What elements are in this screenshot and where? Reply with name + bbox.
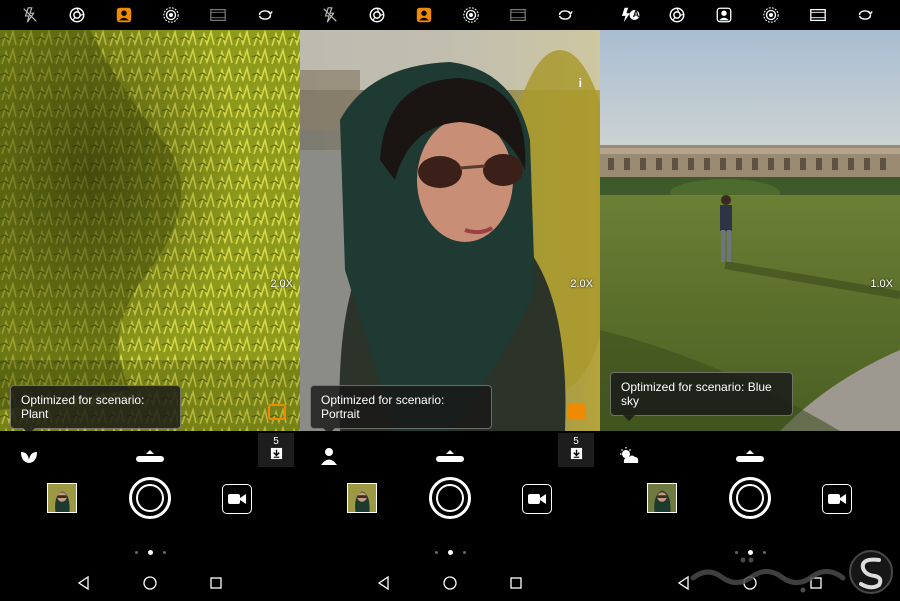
portrait-person-icon[interactable] (318, 446, 340, 466)
site-watermark-logo (690, 550, 893, 594)
switch-camera-icon[interactable] (555, 5, 575, 25)
timer-count: 5 (273, 436, 279, 447)
mode-page-indicator (0, 544, 300, 562)
moving-picture-icon[interactable] (161, 5, 181, 25)
viewfinder-plant[interactable]: 2.0X Optimized for scenario: Plant (0, 30, 300, 431)
portrait-mode-icon[interactable] (714, 5, 734, 25)
film-filter-icon[interactable] (208, 5, 228, 25)
viewfinder-blue-sky[interactable]: 1.0X Optimized for scenario: Blue sky (600, 30, 900, 431)
scenario-toast-text: Optimized for scenario: Plant (21, 393, 145, 421)
portrait-mode-icon[interactable] (414, 5, 434, 25)
moving-picture-icon[interactable] (461, 5, 481, 25)
zoom-level[interactable]: 1.0X (870, 278, 893, 290)
portrait-scene-image (300, 30, 600, 431)
shutter-button[interactable] (729, 477, 771, 519)
blue-sky-scene-image (600, 30, 900, 431)
download-icon (570, 447, 582, 460)
ai-scene-indicator-icon[interactable] (568, 404, 586, 420)
switch-camera-icon[interactable] (255, 5, 275, 25)
aperture-icon[interactable] (367, 5, 387, 25)
timer-button[interactable]: 5 (558, 433, 594, 467)
scenario-toast: Optimized for scenario: Plant (10, 385, 181, 431)
recents-icon[interactable] (208, 575, 224, 591)
bottom-controls: 5 (300, 431, 600, 601)
aperture-icon[interactable] (667, 5, 687, 25)
video-record-button[interactable] (522, 484, 552, 514)
expand-modes-icon[interactable] (136, 449, 164, 463)
shutter-button[interactable] (129, 477, 171, 519)
video-camera-icon (228, 494, 246, 504)
timer-count: 5 (573, 436, 579, 447)
expand-modes-icon[interactable] (736, 449, 764, 463)
flash-auto-label: A (632, 9, 640, 19)
scenario-toast: Optimized for scenario: Blue sky (610, 372, 793, 421)
plant-leaf-icon[interactable] (18, 446, 40, 466)
video-camera-icon (528, 494, 546, 504)
gallery-thumbnail[interactable] (347, 483, 377, 513)
flash-off-icon[interactable] (20, 5, 40, 25)
camera-panel-blue-sky: A 1.0X Optimized for scenario: Blue sky (600, 0, 900, 601)
top-toolbar (0, 0, 300, 30)
moving-picture-icon[interactable] (761, 5, 781, 25)
viewfinder-portrait[interactable]: i 2.0X Optimized for scenario: Portrait (300, 30, 600, 431)
back-icon[interactable] (76, 575, 92, 591)
system-nav-bar (0, 571, 300, 597)
zoom-level[interactable]: 2.0X (570, 278, 593, 290)
camera-panel-plant: 2.0X Optimized for scenario: Plant 5 (0, 0, 300, 601)
flash-auto-icon[interactable]: A (618, 5, 642, 25)
video-record-button[interactable] (822, 484, 852, 514)
home-icon[interactable] (142, 575, 158, 591)
video-record-button[interactable] (222, 484, 252, 514)
film-filter-icon[interactable] (508, 5, 528, 25)
camera-panel-portrait: i 2.0X Optimized for scenario: Portrait … (300, 0, 600, 601)
flash-off-icon[interactable] (320, 5, 340, 25)
zoom-level[interactable]: 2.0X (270, 278, 293, 290)
info-icon[interactable]: i (579, 76, 582, 90)
bottom-controls: 5 (0, 431, 300, 601)
scenario-toast-text: Optimized for scenario: Portrait (321, 393, 445, 421)
blue-sky-cloud-icon[interactable] (618, 446, 640, 466)
plant-scene-image (0, 30, 300, 431)
scenario-toast-text: Optimized for scenario: Blue sky (621, 380, 772, 408)
timer-button[interactable]: 5 (258, 433, 294, 467)
scenario-toast: Optimized for scenario: Portrait (310, 385, 492, 431)
system-nav-bar (300, 571, 600, 597)
recents-icon[interactable] (508, 575, 524, 591)
video-camera-icon (828, 494, 846, 504)
aperture-icon[interactable] (67, 5, 87, 25)
expand-modes-icon[interactable] (436, 449, 464, 463)
portrait-mode-icon[interactable] (114, 5, 134, 25)
mode-page-indicator (300, 544, 600, 562)
gallery-thumbnail[interactable] (47, 483, 77, 513)
shutter-button[interactable] (429, 477, 471, 519)
download-icon (270, 447, 282, 460)
switch-camera-icon[interactable] (855, 5, 875, 25)
back-icon[interactable] (376, 575, 392, 591)
gallery-thumbnail[interactable] (647, 483, 677, 513)
top-toolbar: A (600, 0, 900, 30)
top-toolbar (300, 0, 600, 30)
film-filter-icon[interactable] (808, 5, 828, 25)
home-icon[interactable] (442, 575, 458, 591)
ai-scene-indicator-icon[interactable] (268, 404, 286, 420)
